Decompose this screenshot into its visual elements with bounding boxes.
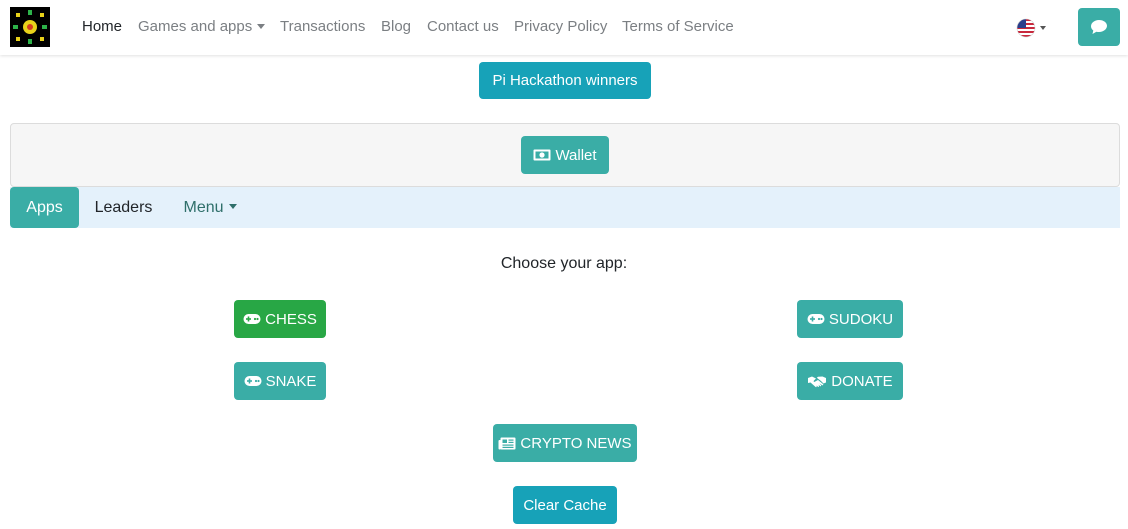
caret-down-icon [1040,26,1046,30]
snake-label: SNAKE [265,372,317,390]
sudoku-label: SUDOKU [828,310,894,328]
nav-games-label: Games and apps [138,18,253,35]
snake-button[interactable]: SNAKE [234,362,326,400]
tab-leaders[interactable]: Leaders [89,187,158,228]
crypto-news-button[interactable]: CRYPTO NEWS [493,424,637,462]
nav-blog[interactable]: Blog [381,18,411,35]
language-dropdown[interactable] [1016,18,1052,38]
donate-label: DONATE [831,372,893,390]
gamepad-icon [807,314,825,324]
chess-button[interactable]: CHESS [234,300,326,338]
newspaper-icon [498,437,516,449]
chess-label: CHESS [265,310,317,328]
chat-button[interactable] [1078,8,1120,46]
money-bill-icon [533,149,551,161]
hackathon-winners-button[interactable]: Pi Hackathon winners [479,62,651,99]
caret-down-icon [257,23,266,29]
site-logo[interactable] [10,7,50,47]
nav-privacy[interactable]: Privacy Policy [514,18,607,35]
crypto-news-label: CRYPTO NEWS [520,434,632,452]
clear-cache-button[interactable]: Clear Cache [513,486,617,524]
tab-menu-label: Menu [183,198,224,216]
choose-app-prompt: Choose your app: [500,255,628,272]
handshake-icon [808,376,827,387]
chat-icon [1091,20,1107,34]
app-tabs: Apps Leaders Menu [10,187,1120,228]
nav-contact[interactable]: Contact us [427,18,499,35]
nav-terms[interactable]: Terms of Service [622,18,734,35]
donate-button[interactable]: DONATE [797,362,903,400]
wallet-label: Wallet [555,146,597,164]
caret-down-icon [228,204,237,209]
gamepad-icon [243,314,261,324]
wallet-button[interactable]: Wallet [521,136,609,174]
sudoku-button[interactable]: SUDOKU [797,300,903,338]
nav-games-dropdown[interactable]: Games and apps [138,18,266,35]
tab-apps[interactable]: Apps [10,187,79,228]
nav-transactions[interactable]: Transactions [280,18,365,35]
us-flag-icon [1016,18,1036,38]
tab-menu-dropdown[interactable]: Menu [178,187,242,228]
nav-home[interactable]: Home [82,18,122,35]
gamepad-icon [244,376,262,386]
top-navbar: Home Games and apps Transactions Blog Co… [0,0,1128,55]
